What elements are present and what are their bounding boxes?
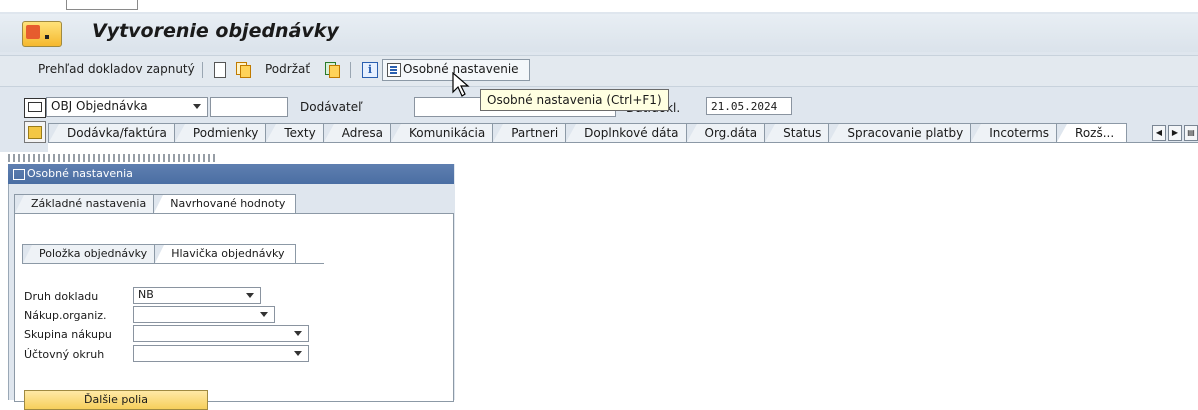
company-code-select[interactable] — [133, 345, 309, 362]
scroll-right-icon[interactable]: ▶ — [1168, 125, 1182, 141]
window-icon — [13, 169, 25, 180]
toolbar-separator — [350, 62, 351, 78]
vendor-label: Dodávateľ — [300, 100, 363, 114]
tab-list-icon[interactable]: ▤ — [1184, 125, 1198, 141]
tab-scroll-controls: ◀ ▶ ▤ — [1152, 125, 1198, 141]
purch-org-select[interactable] — [133, 306, 275, 323]
hold-button[interactable]: Podržať — [265, 62, 310, 76]
tab-conditions[interactable]: Podmienky — [173, 123, 272, 142]
tab-incoterms[interactable]: Incoterms — [970, 123, 1063, 142]
doc-type-label: Druh dokladu — [24, 290, 99, 303]
copy-document-icon[interactable] — [236, 62, 251, 78]
po-number-field[interactable] — [210, 97, 288, 117]
tab-org-data[interactable]: Org.dáta — [685, 123, 771, 142]
tab-basic-settings[interactable]: Základné nastavenia — [14, 194, 158, 213]
page-title: Vytvorenie objednávky — [92, 20, 339, 42]
scroll-left-icon[interactable]: ◀ — [1152, 125, 1166, 141]
top-strip — [0, 0, 1198, 12]
chevron-down-icon — [294, 331, 302, 336]
chevron-down-icon — [193, 104, 201, 109]
chevron-down-icon — [294, 351, 302, 356]
order-type-select[interactable]: OBJ Objednávka — [46, 97, 208, 117]
expand-header-icon[interactable] — [24, 121, 46, 143]
tab-additional-data[interactable]: Doplnkové dáta — [565, 123, 692, 142]
doc-date-field[interactable]: 21.05.2024 — [706, 97, 792, 115]
tab-communication[interactable]: Komunikácia — [389, 123, 499, 142]
cut-field — [66, 0, 138, 10]
tab-texts[interactable]: Texty — [265, 123, 329, 142]
tab-po-item[interactable]: Položka objednávky — [22, 244, 159, 263]
tab-delivery-invoice[interactable]: Dodávka/faktúra — [48, 123, 180, 142]
doc-type-select[interactable]: NB — [133, 287, 261, 304]
dialog-title-bar: Osobné nastavenia — [8, 164, 454, 184]
po-header-panel — [22, 263, 324, 264]
dialog-main-tabs: Základné nastavenia Navrhované hodnoty — [14, 194, 297, 214]
toolbar-separator — [202, 62, 203, 78]
order-type-value: OBJ Objednávka — [51, 99, 148, 113]
doc-overview-button[interactable]: Prehľad dokladov zapnutý — [38, 62, 195, 76]
other-order-icon[interactable] — [325, 62, 340, 78]
company-code-label: Účtovný okruh — [24, 348, 105, 361]
menu-icon[interactable] — [22, 21, 62, 47]
tab-po-header[interactable]: Hlavička objednávky — [154, 244, 296, 263]
info-icon[interactable]: i — [362, 62, 378, 78]
mouse-cursor-icon — [452, 72, 470, 97]
doc-type-value: NB — [138, 288, 154, 301]
settings-list-icon — [387, 63, 401, 77]
chevron-down-icon — [260, 312, 268, 317]
obscured-row — [8, 154, 218, 162]
purch-group-label: Skupina nákupu — [24, 328, 112, 341]
tab-default-values[interactable]: Navrhované hodnoty — [153, 194, 297, 213]
tab-address[interactable]: Adresa — [322, 123, 396, 142]
tab-payment-processing[interactable]: Spracovanie platby — [828, 123, 977, 142]
new-document-icon[interactable] — [214, 62, 226, 78]
header-tabstrip: Dodávka/faktúra Podmienky Texty Adresa K… — [48, 123, 1128, 143]
dialog-title: Osobné nastavenia — [27, 167, 133, 180]
tab-extension[interactable]: Rozš... — [1056, 123, 1128, 142]
purch-group-select[interactable] — [133, 325, 309, 342]
dialog-sub-tabs: Položka objednávky Hlavička objednávky — [22, 244, 296, 264]
tab-status[interactable]: Status — [764, 123, 835, 142]
tooltip: Osobné nastavenia (Ctrl+F1) — [480, 89, 669, 111]
tab-partners[interactable]: Partneri — [492, 123, 572, 142]
purch-org-label: Nákup.organiz. — [24, 309, 107, 322]
chevron-down-icon — [246, 293, 254, 298]
more-fields-button[interactable]: Ďalšie polia — [24, 390, 208, 410]
cart-icon — [24, 98, 46, 118]
